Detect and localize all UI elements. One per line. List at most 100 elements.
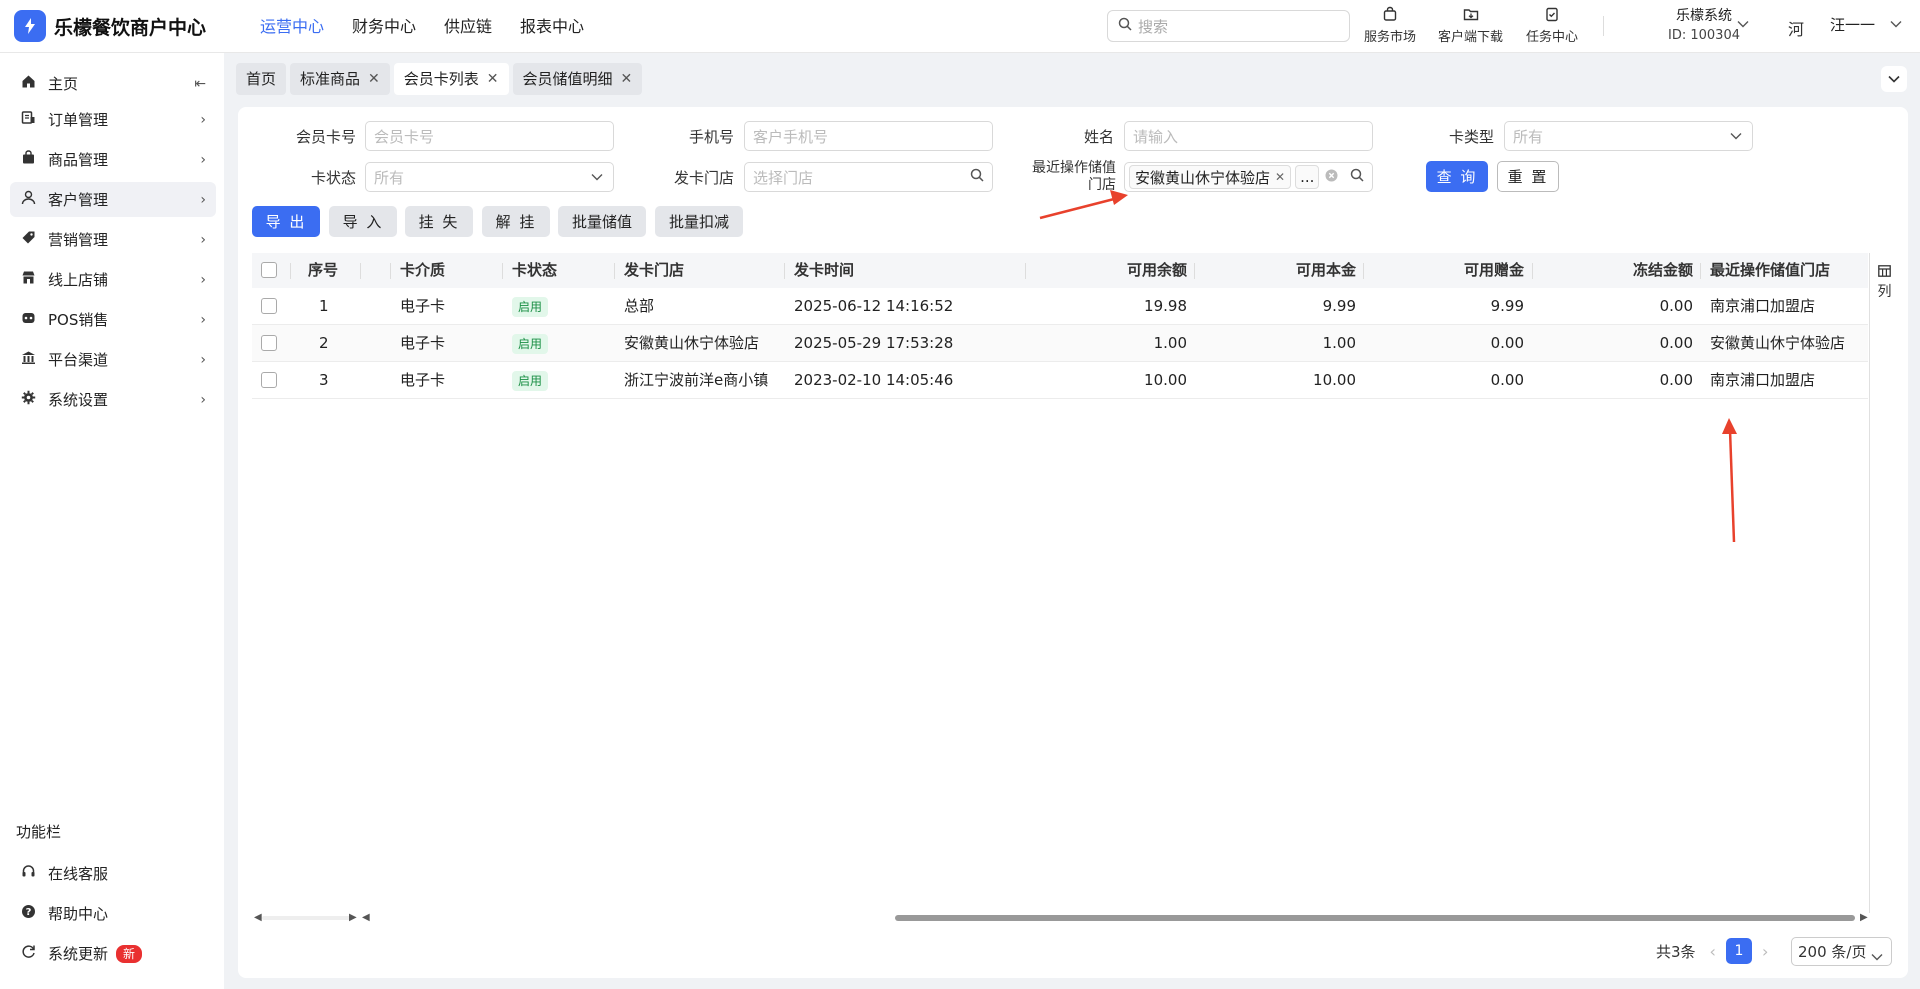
sidebar-item-label: 平台渠道 (48, 351, 109, 369)
app-name: 乐檬餐饮商户中心 (54, 16, 207, 39)
search-icon[interactable] (1350, 168, 1364, 186)
tabs-dropdown-button[interactable] (1881, 66, 1907, 92)
close-icon[interactable]: ✕ (1275, 170, 1285, 184)
avatar[interactable]: 河 (1788, 16, 1804, 40)
row-checkbox[interactable] (261, 298, 277, 314)
page-size-select[interactable]: 200 条/页 (1791, 937, 1892, 966)
column-header-status[interactable]: 卡状态 (512, 253, 557, 288)
scroll-left-icon[interactable]: ◀ (254, 912, 262, 923)
card-status-label: 卡状态 (310, 169, 356, 187)
batch-deduct-button[interactable]: 批量扣减 (655, 206, 743, 237)
clear-icon[interactable] (1325, 168, 1338, 186)
select-all-checkbox[interactable] (261, 262, 277, 278)
sidebar-item-pos-sales[interactable]: POS销售 › (10, 302, 216, 337)
task-center-button[interactable]: 任务中心 (1526, 6, 1578, 45)
column-divider (390, 263, 391, 279)
column-header-bonus[interactable]: 可用赠金 (1374, 253, 1524, 288)
column-header-principal[interactable]: 可用本金 (1206, 253, 1356, 288)
topnav-supply-chain[interactable]: 供应链 (444, 0, 492, 53)
sidebar-item-online-store[interactable]: 线上店铺 › (10, 262, 216, 297)
tab-home[interactable]: 首页 (236, 63, 287, 95)
sidebar-item-online-service[interactable]: 在线客服 (10, 856, 216, 891)
tab-member-card-list[interactable]: 会员卡列表 ✕ (393, 63, 509, 95)
org-switcher[interactable]: 乐檬系统 ID: 100304 (1668, 6, 1740, 46)
scroll-left-icon[interactable]: ◀ (362, 912, 370, 923)
search-icon[interactable] (970, 168, 984, 186)
more-tags-tag[interactable]: ... (1295, 165, 1320, 189)
global-search-input[interactable]: 搜索 (1107, 10, 1350, 42)
batch-recharge-button[interactable]: 批量储值 (558, 206, 646, 237)
table-row[interactable]: 3 电子卡 启用 浙江宁波前洋e商小镇 2023-02-10 14:05:46 … (252, 362, 1868, 399)
close-icon[interactable]: ✕ (621, 63, 633, 95)
topnav-reports[interactable]: 报表中心 (520, 0, 584, 53)
topnav-finance[interactable]: 财务中心 (352, 0, 416, 53)
logo[interactable]: 乐檬餐饮商户中心 (14, 10, 234, 42)
prev-page-icon[interactable]: ‹ (1710, 942, 1716, 961)
column-header-medium[interactable]: 卡介质 (400, 253, 445, 288)
reset-button[interactable]: 重 置 (1497, 161, 1559, 192)
chevron-right-icon: › (200, 231, 206, 248)
card-type-select[interactable]: 所有 (1504, 121, 1753, 151)
scroll-right-icon[interactable]: ▶ (1860, 912, 1868, 923)
chevron-down-icon[interactable] (1890, 17, 1902, 31)
sidebar-item-customers[interactable]: 客户管理 › (10, 182, 216, 217)
card-no-input[interactable]: 会员卡号 (365, 121, 614, 151)
column-header-issue-time[interactable]: 发卡时间 (794, 253, 854, 288)
import-button[interactable]: 导 入 (329, 206, 397, 237)
next-page-icon[interactable]: › (1762, 942, 1768, 961)
horizontal-scrollbar-thumb[interactable] (895, 915, 1855, 921)
phone-input[interactable]: 客户手机号 (744, 121, 993, 151)
sidebar-item-settings[interactable]: 系统设置 › (10, 382, 216, 417)
card-status-select[interactable]: 所有 (365, 162, 614, 192)
close-icon[interactable]: ✕ (368, 63, 380, 95)
page-number-current[interactable]: 1 (1725, 938, 1752, 964)
unfreeze-button[interactable]: 解 挂 (482, 206, 550, 237)
query-button[interactable]: 查 询 (1426, 161, 1488, 192)
chevron-down-icon[interactable] (1737, 17, 1749, 31)
column-header-balance[interactable]: 可用余额 (1037, 253, 1187, 288)
issue-store-input[interactable]: 选择门店 (744, 162, 993, 192)
columns-icon (1870, 265, 1899, 281)
row-checkbox[interactable] (261, 335, 277, 351)
table-row[interactable]: 1 电子卡 启用 总部 2025-06-12 14:16:52 19.98 9.… (252, 288, 1868, 325)
column-header-frozen[interactable]: 冻结金额 (1543, 253, 1693, 288)
sidebar-item-goods[interactable]: 商品管理 › (10, 142, 216, 177)
sidebar-item-marketing[interactable]: 营销管理 › (10, 222, 216, 257)
tab-standard-goods[interactable]: 标准商品 ✕ (290, 63, 390, 95)
topnav-operations[interactable]: 运营中心 (260, 0, 324, 53)
column-header-issue-store[interactable]: 发卡门店 (624, 253, 684, 288)
export-button[interactable]: 导 出 (252, 206, 320, 237)
sidebar-item-help[interactable]: ? 帮助中心 (10, 896, 216, 931)
cell-issue-time: 2023-02-10 14:05:46 (794, 371, 954, 389)
cell-bonus: 0.00 (1490, 371, 1524, 389)
cell-no: 1 (319, 297, 329, 315)
column-settings-button[interactable]: 列 (1869, 253, 1899, 913)
collapse-sidebar-icon[interactable]: ⇤ (194, 76, 206, 92)
client-download-button[interactable]: 客户端下载 (1438, 6, 1503, 45)
fixed-columns-scrollbar[interactable] (262, 916, 352, 920)
tab-label: 首页 (246, 70, 277, 88)
table-row[interactable]: 2 电子卡 启用 安徽黄山休宁体验店 2025-05-29 17:53:28 1… (252, 325, 1868, 362)
sidebar-item-platform-channels[interactable]: 平台渠道 › (10, 342, 216, 377)
card-type-label: 卡类型 (1448, 128, 1494, 146)
row-checkbox[interactable] (261, 372, 277, 388)
sidebar-item-home[interactable]: 主页 ⇤ (10, 66, 216, 101)
sidebar-item-label: 在线客服 (48, 865, 109, 883)
tab-member-stored-value[interactable]: 会员储值明细 ✕ (512, 63, 643, 95)
sidebar-item-label: 系统设置 (48, 391, 109, 409)
recent-store-select[interactable]: 安徽黄山休宁体验店 ✕ ... (1124, 162, 1373, 192)
tab-label: 会员卡列表 (403, 70, 479, 88)
column-header-recent-store[interactable]: 最近操作储值门店 (1710, 253, 1830, 288)
sidebar-item-orders[interactable]: 订单管理 › (10, 102, 216, 137)
headset-icon (18, 864, 38, 883)
column-header-no[interactable]: 序号 (308, 253, 338, 288)
refresh-icon (18, 944, 38, 963)
service-market-button[interactable]: 服务市场 (1364, 6, 1416, 45)
column-divider (360, 263, 361, 279)
report-loss-button[interactable]: 挂 失 (405, 206, 473, 237)
scroll-right-icon[interactable]: ▶ (349, 912, 357, 923)
sidebar-item-system-update[interactable]: 系统更新 新 (10, 936, 216, 971)
close-icon[interactable]: ✕ (487, 63, 499, 95)
user-name[interactable]: 汪一一 (1830, 14, 1875, 35)
name-input[interactable]: 请输入 (1124, 121, 1373, 151)
